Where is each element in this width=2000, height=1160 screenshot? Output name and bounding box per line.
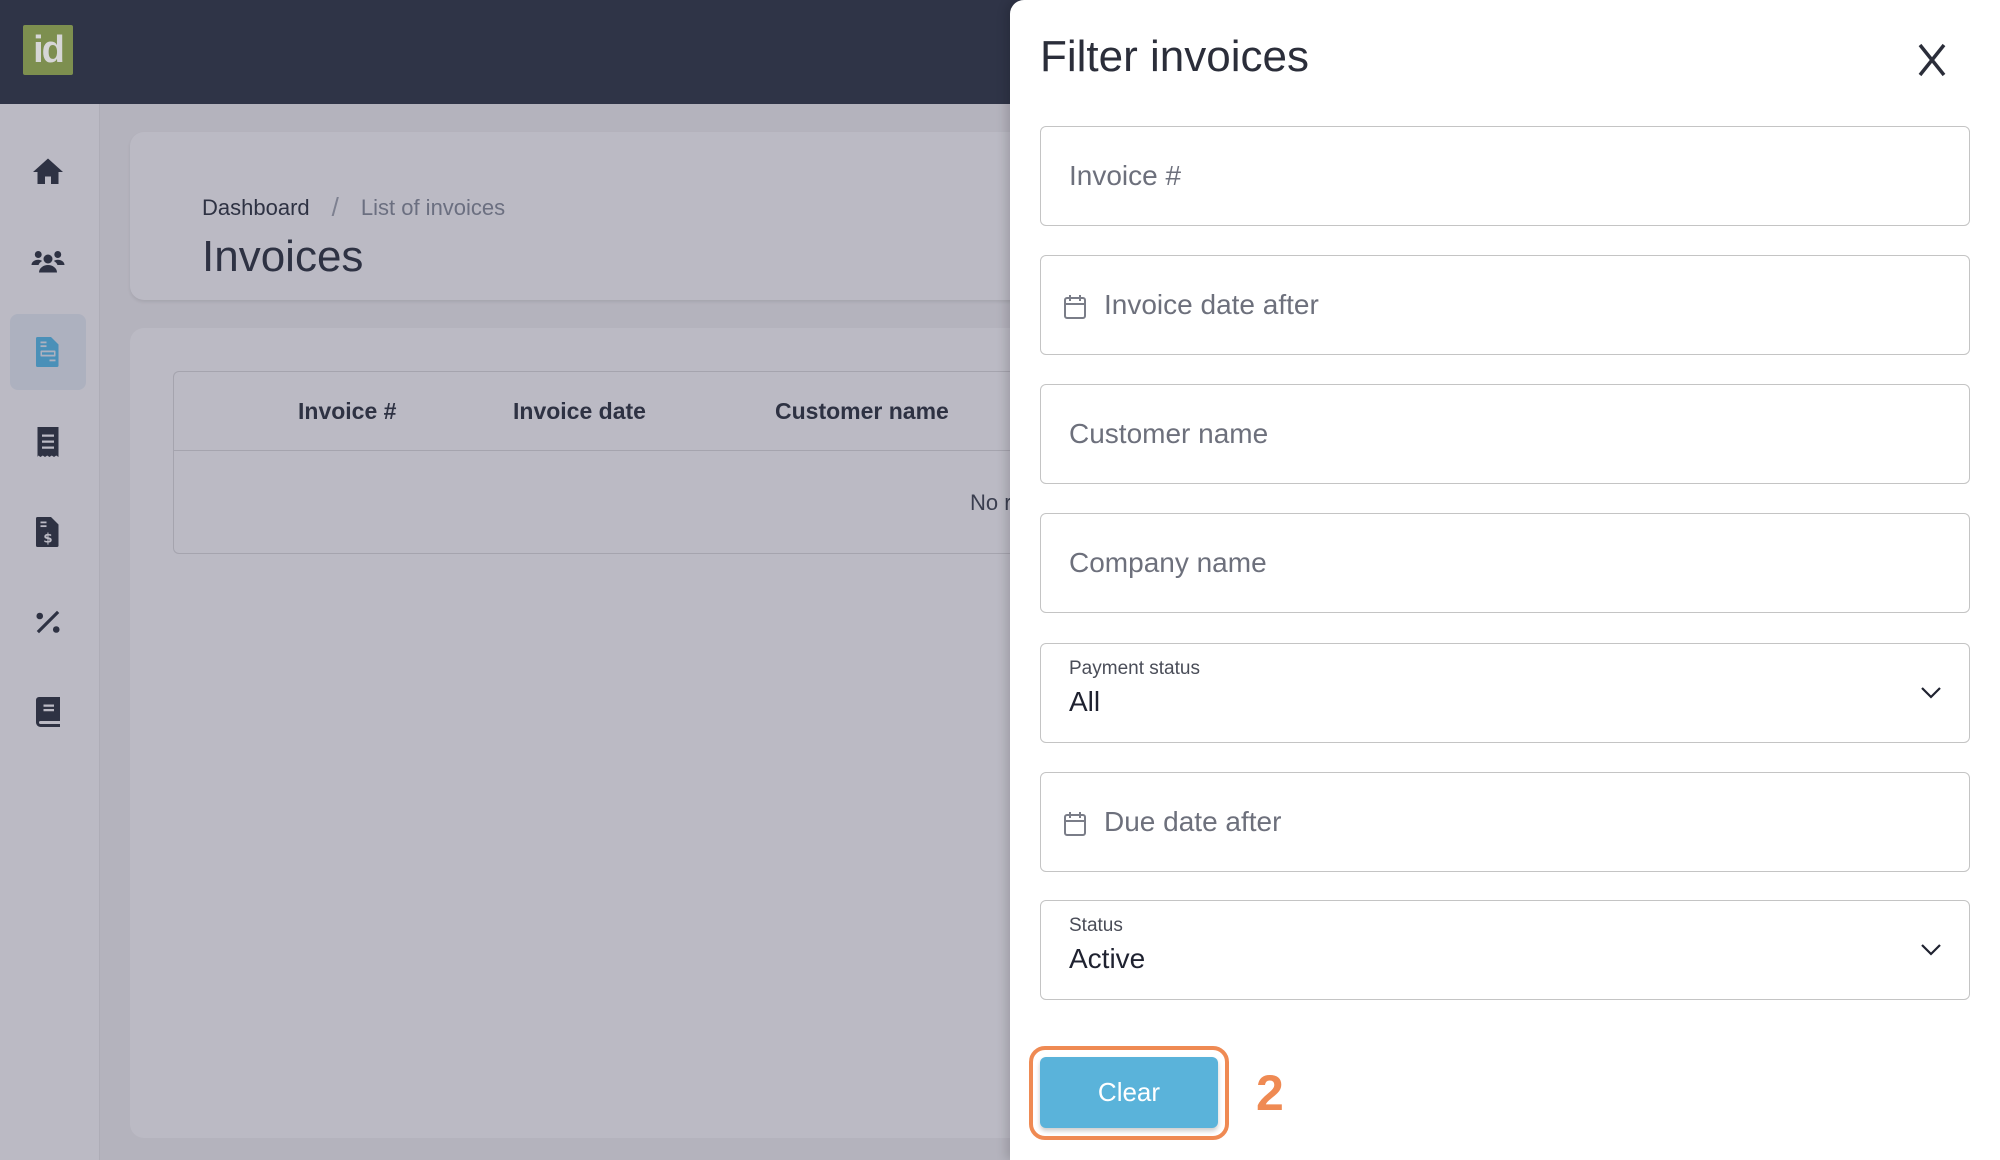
- payment-status-select[interactable]: Payment status All: [1040, 643, 1970, 743]
- page-title: Invoices: [202, 232, 364, 281]
- sidebar-item-invoices[interactable]: [10, 314, 86, 390]
- sidebar: $: [0, 104, 100, 1160]
- clear-button[interactable]: Clear: [1040, 1057, 1218, 1128]
- sidebar-item-catalog[interactable]: [10, 674, 86, 750]
- invoice-icon: [36, 337, 59, 367]
- invoice-table: Invoice # Invoice date Customer name No …: [173, 371, 1133, 554]
- sidebar-item-payments[interactable]: $: [10, 494, 86, 570]
- breadcrumb-dashboard-link[interactable]: Dashboard: [202, 195, 310, 221]
- annotation-step-number: 2: [1256, 1065, 1284, 1121]
- receipt-icon: [37, 427, 59, 457]
- table-header: Invoice # Invoice date Customer name: [174, 372, 1133, 451]
- invoice-date-after-field: [1040, 255, 1970, 355]
- invoice-list-card: Invoice # Invoice date Customer name No …: [130, 328, 1133, 1138]
- invoice-number-field: [1040, 126, 1970, 226]
- chevron-down-icon: [1921, 687, 1941, 699]
- due-date-after-field: [1040, 772, 1970, 872]
- dollar-document-icon: $: [36, 517, 59, 547]
- svg-text:$: $: [43, 531, 52, 547]
- column-header-invoice-number[interactable]: Invoice #: [298, 398, 396, 425]
- company-name-field: [1040, 513, 1970, 613]
- payment-status-label: Payment status: [1069, 658, 1200, 679]
- customer-name-input[interactable]: [1041, 385, 1969, 483]
- filter-panel-title: Filter invoices: [1040, 32, 1309, 81]
- page-header: Dashboard / List of invoices Invoices: [130, 132, 1130, 300]
- customer-name-field: [1040, 384, 1970, 484]
- company-name-input[interactable]: [1041, 514, 1969, 612]
- status-label: Status: [1069, 915, 1123, 936]
- app-logo[interactable]: id: [23, 25, 73, 75]
- chevron-down-icon: [1921, 944, 1941, 956]
- due-date-after-input[interactable]: [1041, 773, 1969, 871]
- empty-table-message: No r: [970, 490, 1012, 515]
- percent-icon: [36, 610, 60, 634]
- status-value: Active: [1069, 943, 1146, 974]
- home-icon: [33, 158, 63, 184]
- book-icon: [36, 697, 60, 727]
- sidebar-item-customers[interactable]: [10, 224, 86, 300]
- breadcrumb-separator: /: [331, 192, 339, 222]
- column-header-customer-name[interactable]: Customer name: [775, 398, 949, 425]
- invoice-number-input[interactable]: [1041, 127, 1969, 225]
- sidebar-item-taxes[interactable]: [10, 584, 86, 660]
- invoice-date-after-input[interactable]: [1041, 256, 1969, 354]
- users-icon: [31, 251, 65, 273]
- close-icon: [1918, 43, 1946, 77]
- status-select[interactable]: Status Active: [1040, 900, 1970, 1000]
- filter-panel: Filter invoices Payment status All Statu…: [1010, 0, 2000, 1160]
- sidebar-item-receipts[interactable]: [10, 404, 86, 480]
- close-button[interactable]: [1910, 38, 1954, 82]
- breadcrumb-current: List of invoices: [360, 194, 506, 220]
- sidebar-item-home[interactable]: [10, 134, 86, 210]
- breadcrumb: Dashboard / List of invoices: [202, 192, 505, 223]
- column-header-invoice-date[interactable]: Invoice date: [513, 398, 646, 425]
- payment-status-value: All: [1069, 686, 1101, 717]
